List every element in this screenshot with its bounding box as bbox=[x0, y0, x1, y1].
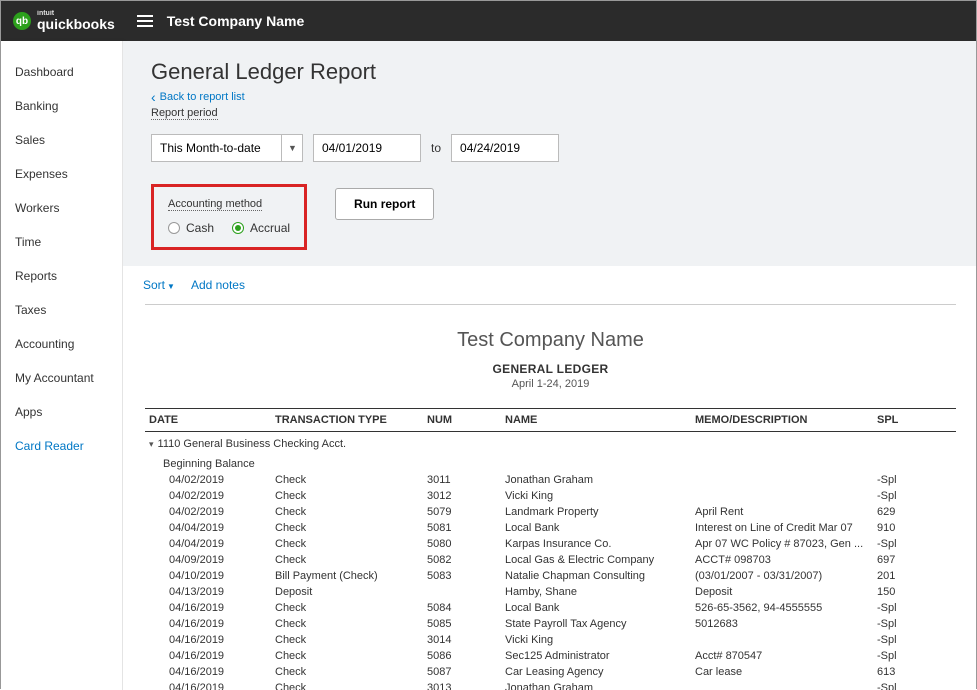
table-row[interactable]: 04/16/2019Check5087Car Leasing AgencyCar… bbox=[145, 664, 956, 680]
beginning-balance-row: Beginning Balance bbox=[145, 456, 956, 472]
table-row[interactable]: 04/02/2019Check3011Jonathan Graham-Spl bbox=[145, 472, 956, 488]
col-memo[interactable]: MEMO/DESCRIPTION bbox=[695, 414, 877, 426]
nav-expenses[interactable]: Expenses bbox=[1, 157, 122, 191]
page-title: General Ledger Report bbox=[151, 59, 948, 85]
col-date[interactable]: DATE bbox=[145, 414, 275, 426]
report-company: Test Company Name bbox=[145, 329, 956, 352]
col-num[interactable]: NUM bbox=[427, 414, 505, 426]
nav-sales[interactable]: Sales bbox=[1, 123, 122, 157]
table-row[interactable]: 04/02/2019Check3012Vicki King-Spl bbox=[145, 488, 956, 504]
date-from-input[interactable] bbox=[313, 134, 421, 162]
brand-logo: qb intuit quickbooks bbox=[13, 10, 115, 32]
date-range-select[interactable]: This Month-to-date ▼ bbox=[151, 134, 303, 162]
account-group-row[interactable]: ▾ 1110 General Business Checking Acct. bbox=[145, 432, 956, 456]
sort-button[interactable]: Sort▼ bbox=[143, 278, 175, 292]
nav-card-reader[interactable]: Card Reader bbox=[1, 429, 122, 463]
top-bar: qb intuit quickbooks Test Company Name bbox=[1, 1, 976, 41]
date-to-input[interactable] bbox=[451, 134, 559, 162]
report-period-label: Report period bbox=[151, 107, 218, 120]
nav-accounting[interactable]: Accounting bbox=[1, 327, 122, 361]
table-row[interactable]: 04/04/2019Check5080Karpas Insurance Co.A… bbox=[145, 536, 956, 552]
nav-reports[interactable]: Reports bbox=[1, 259, 122, 293]
table-row[interactable]: 04/16/2019Check3014Vicki King-Spl bbox=[145, 632, 956, 648]
radio-cash[interactable]: Cash bbox=[168, 221, 214, 235]
col-name[interactable]: NAME bbox=[505, 414, 695, 426]
nav-dashboard[interactable]: Dashboard bbox=[1, 55, 122, 89]
chevron-down-icon: ▼ bbox=[167, 282, 175, 291]
nav-workers[interactable]: Workers bbox=[1, 191, 122, 225]
left-nav: DashboardBankingSalesExpensesWorkersTime… bbox=[1, 41, 123, 690]
hamburger-menu-icon[interactable] bbox=[137, 15, 153, 27]
brand-badge-icon: qb bbox=[13, 12, 31, 30]
table-row[interactable]: 04/16/2019Check5086Sec125 AdministratorA… bbox=[145, 648, 956, 664]
nav-taxes[interactable]: Taxes bbox=[1, 293, 122, 327]
table-header: DATE TRANSACTION TYPE NUM NAME MEMO/DESC… bbox=[145, 408, 956, 432]
company-name: Test Company Name bbox=[167, 13, 304, 29]
table-row[interactable]: 04/02/2019Check5079Landmark PropertyApri… bbox=[145, 504, 956, 520]
brand-supertext: intuit bbox=[37, 10, 115, 17]
add-notes-button[interactable]: Add notes bbox=[191, 278, 245, 292]
report-period: April 1-24, 2019 bbox=[145, 378, 956, 390]
col-split[interactable]: SPL bbox=[877, 414, 917, 426]
accounting-method-label: Accounting method bbox=[168, 198, 262, 211]
brand-name: quickbooks bbox=[37, 16, 115, 32]
table-row[interactable]: 04/16/2019Check5084Local Bank526-65-3562… bbox=[145, 600, 956, 616]
nav-apps[interactable]: Apps bbox=[1, 395, 122, 429]
back-to-list-link[interactable]: Back to report list bbox=[151, 91, 948, 103]
col-type[interactable]: TRANSACTION TYPE bbox=[275, 414, 427, 426]
run-report-button[interactable]: Run report bbox=[335, 188, 434, 220]
table-row[interactable]: 04/04/2019Check5081Local BankInterest on… bbox=[145, 520, 956, 536]
ledger-table: DATE TRANSACTION TYPE NUM NAME MEMO/DESC… bbox=[145, 408, 956, 690]
main-content: General Ledger Report Back to report lis… bbox=[123, 41, 976, 690]
nav-time[interactable]: Time bbox=[1, 225, 122, 259]
to-label: to bbox=[431, 141, 441, 155]
nav-my-accountant[interactable]: My Accountant bbox=[1, 361, 122, 395]
table-row[interactable]: 04/09/2019Check5082Local Gas & Electric … bbox=[145, 552, 956, 568]
nav-banking[interactable]: Banking bbox=[1, 89, 122, 123]
table-row[interactable]: 04/10/2019Bill Payment (Check)5083Natali… bbox=[145, 568, 956, 584]
table-row[interactable]: 04/13/2019DepositHamby, ShaneDeposit150 bbox=[145, 584, 956, 600]
table-row[interactable]: 04/16/2019Check5085State Payroll Tax Age… bbox=[145, 616, 956, 632]
chevron-down-icon: ▾ bbox=[149, 439, 154, 450]
report-panel: Sort▼ Add notes Test Company Name GENERA… bbox=[123, 266, 976, 690]
radio-accrual[interactable]: Accrual bbox=[232, 221, 290, 235]
report-name: GENERAL LEDGER bbox=[145, 362, 956, 376]
accounting-method-group: Accounting method Cash Accrual bbox=[151, 184, 307, 250]
